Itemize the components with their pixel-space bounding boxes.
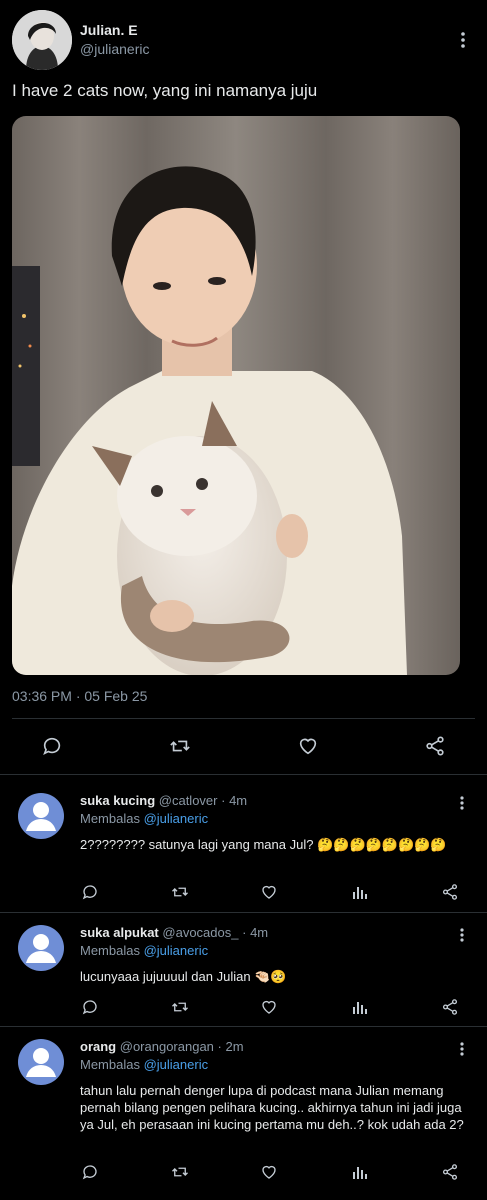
divider bbox=[12, 718, 475, 719]
retweet-icon[interactable] bbox=[168, 734, 192, 758]
replying-to: Membalas @julianeric bbox=[80, 1057, 208, 1072]
reply-time: 4m bbox=[229, 793, 248, 808]
separator-dot: · bbox=[221, 793, 226, 808]
reply-author-handle[interactable]: @avocados_ bbox=[162, 925, 238, 940]
separator-dot: · bbox=[242, 925, 247, 940]
retweet-icon[interactable] bbox=[170, 1162, 190, 1182]
share-icon[interactable] bbox=[440, 882, 460, 902]
reply-author-name[interactable]: suka kucing bbox=[80, 793, 155, 808]
reply-header: suka kucing @catlover · 4m bbox=[80, 793, 247, 808]
reply-author-handle[interactable]: @catlover bbox=[159, 793, 218, 808]
retweet-icon[interactable] bbox=[170, 997, 190, 1017]
more-options-icon[interactable] bbox=[453, 30, 473, 50]
reply-header: suka alpukat @avocados_ · 4m bbox=[80, 925, 268, 940]
replying-prefix: Membalas bbox=[80, 1057, 140, 1072]
share-icon[interactable] bbox=[440, 997, 460, 1017]
reply-action-bar bbox=[0, 1162, 487, 1184]
reply-author-name[interactable]: orang bbox=[80, 1039, 116, 1054]
analytics-icon[interactable] bbox=[350, 997, 370, 1017]
more-options-icon[interactable] bbox=[452, 793, 472, 813]
post-text: I have 2 cats now, yang ini namanya juju bbox=[12, 81, 318, 100]
analytics-icon[interactable] bbox=[350, 1162, 370, 1182]
reply-time: 2m bbox=[225, 1039, 244, 1054]
author-name[interactable]: Julian. E bbox=[80, 22, 138, 38]
reply-item[interactable]: suka alpukat @avocados_ · 4m Membalas @j… bbox=[0, 925, 487, 1025]
replying-prefix: Membalas bbox=[80, 943, 140, 958]
author-handle[interactable]: @julianeric bbox=[80, 41, 149, 57]
avatar[interactable] bbox=[18, 925, 64, 971]
post-photo[interactable] bbox=[12, 116, 460, 675]
post-timestamp: 03:36 PM · 05 Feb 25 bbox=[12, 688, 148, 704]
post-action-bar bbox=[0, 730, 487, 762]
more-options-icon[interactable] bbox=[452, 925, 472, 945]
reply-text: lucunyaaa jujuuuul dan Julian 🤏🏻🥺 bbox=[80, 969, 287, 984]
reply-text: 2???????? satunya lagi yang mana Jul? 🤔🤔… bbox=[80, 837, 447, 852]
like-icon[interactable] bbox=[259, 882, 279, 902]
replying-to: Membalas @julianeric bbox=[80, 943, 208, 958]
divider bbox=[0, 774, 487, 775]
like-icon[interactable] bbox=[259, 997, 279, 1017]
reply-time: 4m bbox=[250, 925, 269, 940]
like-icon[interactable] bbox=[259, 1162, 279, 1182]
post-header: Julian. E @julianeric bbox=[12, 10, 475, 72]
reply-icon[interactable] bbox=[80, 882, 100, 902]
like-icon[interactable] bbox=[296, 734, 320, 758]
retweet-icon[interactable] bbox=[170, 882, 190, 902]
reply-text: tahun lalu pernah denger lupa di podcast… bbox=[80, 1083, 464, 1132]
reply-author-name[interactable]: suka alpukat bbox=[80, 925, 159, 940]
reply-icon[interactable] bbox=[80, 997, 100, 1017]
reply-item[interactable]: orang @orangorangan · 2m Membalas @julia… bbox=[0, 1039, 487, 1199]
reply-author-handle[interactable]: @orangorangan bbox=[120, 1039, 214, 1054]
avatar[interactable] bbox=[18, 1039, 64, 1085]
replying-to-link[interactable]: @julianeric bbox=[144, 943, 209, 958]
share-icon[interactable] bbox=[423, 734, 447, 758]
reply-action-bar bbox=[0, 997, 487, 1019]
reply-action-bar bbox=[0, 882, 487, 904]
replying-to-link[interactable]: @julianeric bbox=[144, 811, 209, 826]
author-avatar[interactable] bbox=[12, 10, 72, 70]
analytics-icon[interactable] bbox=[350, 882, 370, 902]
share-icon[interactable] bbox=[440, 1162, 460, 1182]
replying-to: Membalas @julianeric bbox=[80, 811, 208, 826]
reply-header: orang @orangorangan · 2m bbox=[80, 1039, 244, 1054]
divider bbox=[0, 912, 487, 913]
avatar[interactable] bbox=[18, 793, 64, 839]
separator-dot: · bbox=[217, 1039, 222, 1054]
reply-icon[interactable] bbox=[80, 1162, 100, 1182]
reply-item[interactable]: suka kucing @catlover · 4m Membalas @jul… bbox=[0, 793, 487, 913]
more-options-icon[interactable] bbox=[452, 1039, 472, 1059]
replying-to-link[interactable]: @julianeric bbox=[144, 1057, 209, 1072]
replying-prefix: Membalas bbox=[80, 811, 140, 826]
reply-icon[interactable] bbox=[40, 734, 64, 758]
divider bbox=[0, 1026, 487, 1027]
